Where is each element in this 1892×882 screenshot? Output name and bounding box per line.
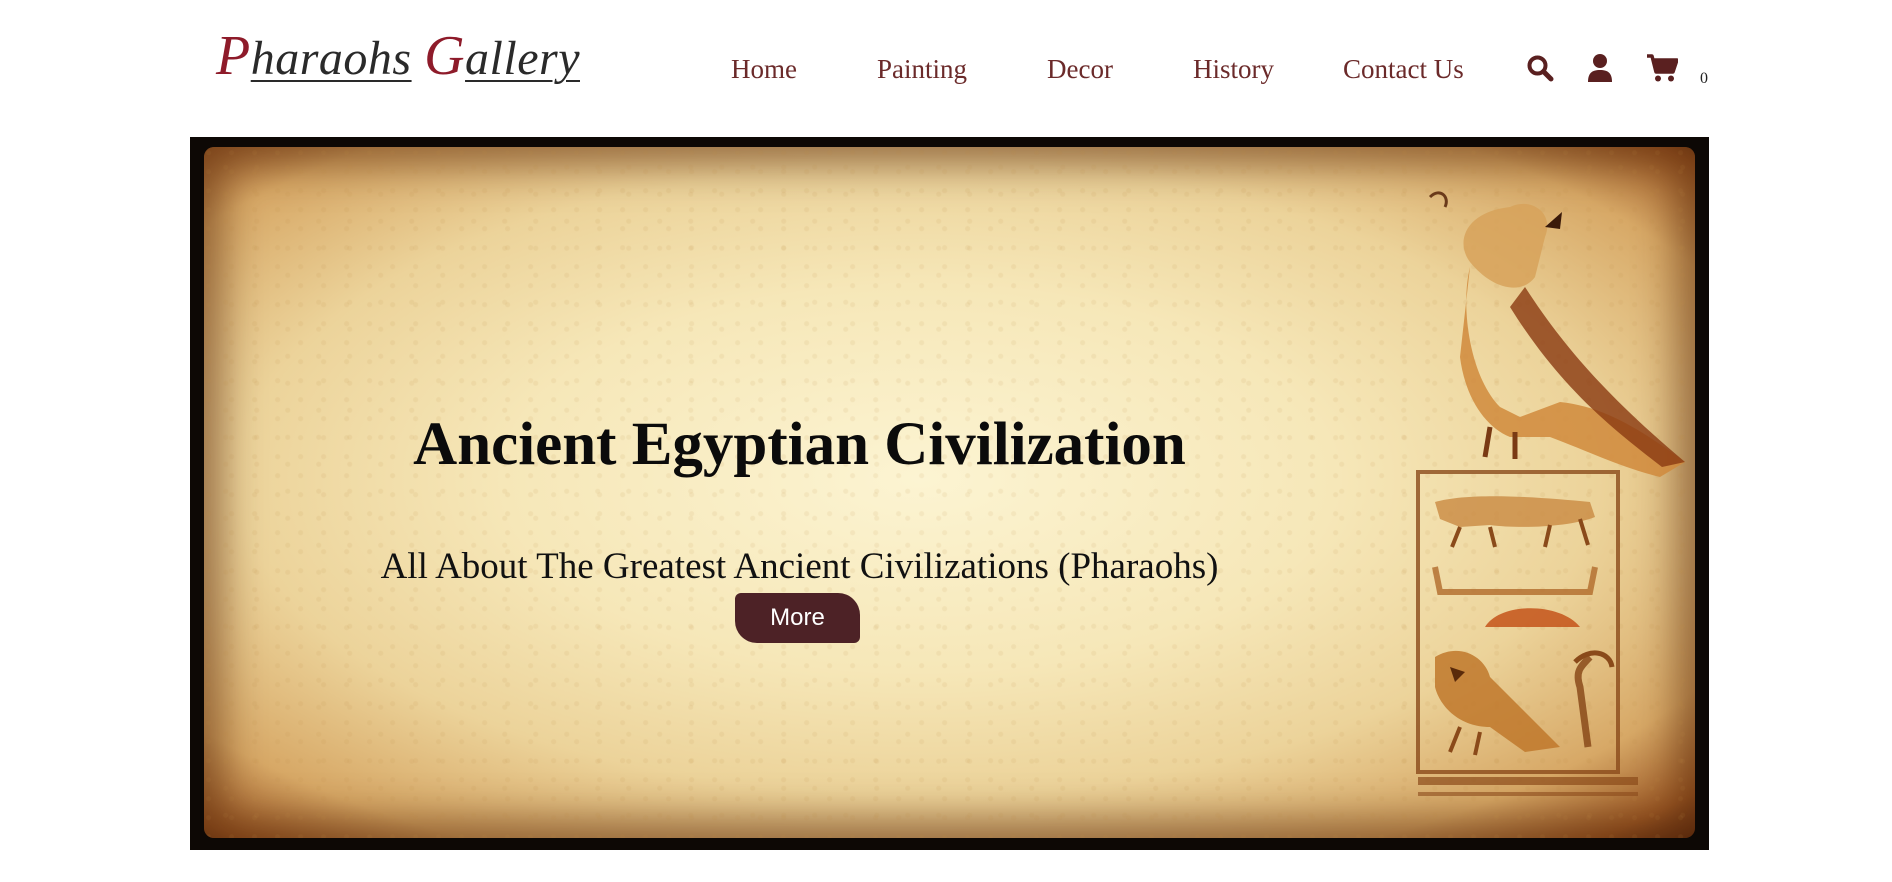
nav-contact-us[interactable]: Contact Us: [1343, 50, 1464, 88]
logo-text-pharaohs: haraohs: [250, 32, 412, 85]
account-button[interactable]: [1583, 50, 1617, 86]
cart-icon: [1647, 54, 1678, 82]
logo-text-gallery: allery: [465, 32, 580, 85]
cart-count-badge: 0: [1700, 70, 1708, 87]
logo-initial-g: G: [424, 25, 466, 87]
nav-history[interactable]: History: [1193, 50, 1274, 88]
search-button[interactable]: [1523, 50, 1557, 86]
hero-subtitle: All About The Greatest Ancient Civilizat…: [380, 546, 1219, 587]
logo-initial-p: P: [216, 25, 251, 87]
search-icon: [1527, 55, 1554, 82]
site-header: Pharaohs Gallery Home Painting Decor His…: [0, 0, 1892, 137]
nav-painting[interactable]: Painting: [877, 50, 967, 88]
site-logo[interactable]: Pharaohs Gallery: [216, 28, 580, 87]
hero-title: Ancient Egyptian Civilization: [413, 410, 1186, 478]
user-icon: [1588, 54, 1612, 82]
nav-decor[interactable]: Decor: [1047, 50, 1113, 88]
nav-home[interactable]: Home: [731, 50, 797, 88]
hieroglyph-illustration: [1416, 191, 1685, 796]
cart-button[interactable]: [1644, 50, 1680, 86]
hero-banner: Ancient Egyptian Civilization All About …: [190, 137, 1709, 850]
more-button[interactable]: More: [735, 593, 860, 643]
